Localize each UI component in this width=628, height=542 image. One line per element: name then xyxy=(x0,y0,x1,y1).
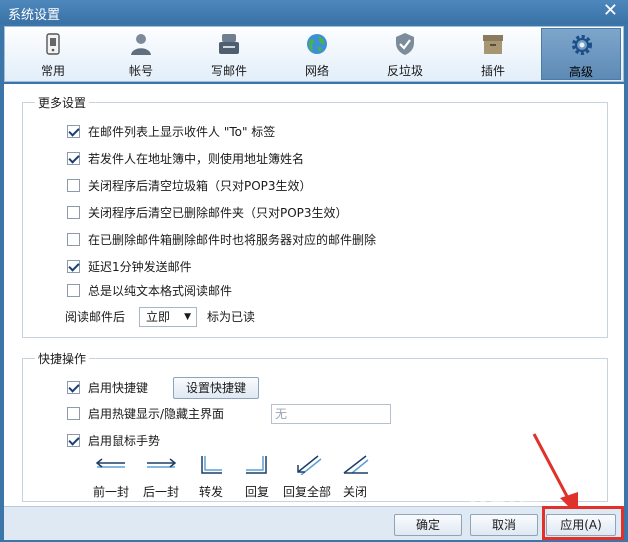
settings-category-toolbar: 常用 帐号 写邮件 网络 反垃圾 插件 高级 xyxy=(4,26,624,82)
read-after-label: 阅读邮件后 xyxy=(65,310,126,324)
read-after-select[interactable]: 立即 ▼ xyxy=(139,307,197,327)
checkbox[interactable] xyxy=(67,179,80,192)
tab-label: 写邮件 xyxy=(210,64,247,78)
checkbox[interactable] xyxy=(67,434,80,447)
gesture-label: 转发 xyxy=(198,485,223,499)
tab-plugins[interactable]: 插件 xyxy=(459,28,527,80)
user-icon xyxy=(131,34,151,55)
mark-read-label: 标为已读 xyxy=(207,310,256,324)
gesture-reply-all: 回复全部 xyxy=(279,455,335,500)
close-icon[interactable]: ✕ xyxy=(603,1,618,21)
title-bar: 系统设置 ✕ xyxy=(0,0,628,24)
tab-account[interactable]: 帐号 xyxy=(107,28,175,80)
plugin-box-icon xyxy=(483,35,503,54)
cancel-button[interactable]: 取消 xyxy=(470,514,538,536)
checkbox[interactable] xyxy=(67,284,80,297)
checkbox[interactable] xyxy=(67,260,80,273)
down-right-gesture-icon xyxy=(201,456,222,474)
arrow-right-icon xyxy=(147,458,177,468)
group-title: 快捷操作 xyxy=(35,350,90,367)
tab-label: 插件 xyxy=(480,64,505,78)
option-label: 总是以纯文本格式阅读邮件 xyxy=(88,284,233,298)
gesture-label: 关闭 xyxy=(342,485,367,499)
gesture-previous: 前一封 xyxy=(89,455,133,500)
apply-highlight-box xyxy=(542,506,624,540)
option-label: 启用鼠标手势 xyxy=(88,434,161,448)
gesture-label: 后一封 xyxy=(142,485,179,499)
globe-icon xyxy=(307,34,327,54)
option-label: 启用热键显示/隐藏主界面 xyxy=(88,407,225,421)
option-label: 在已删除邮件箱删除邮件时也将服务器对应的邮件删除 xyxy=(88,233,377,247)
tab-common[interactable]: 常用 xyxy=(19,28,87,80)
tab-advanced[interactable]: 高级 xyxy=(541,28,621,80)
option-label: 在邮件列表上显示收件人 "To" 标签 xyxy=(88,125,276,139)
gesture-label: 回复 xyxy=(244,485,269,499)
down-left-gesture-icon xyxy=(246,456,267,474)
gesture-forward: 转发 xyxy=(189,455,233,500)
checkbox[interactable] xyxy=(67,381,80,394)
gesture-reply: 回复 xyxy=(235,455,279,500)
checkbox[interactable] xyxy=(67,233,80,246)
gesture-label: 回复全部 xyxy=(282,485,331,499)
tab-label: 常用 xyxy=(40,64,65,78)
checkbox[interactable] xyxy=(67,206,80,219)
writer-icon xyxy=(219,34,239,54)
tab-label: 反垃圾 xyxy=(386,64,423,78)
set-hotkeys-button[interactable]: 设置快捷键 xyxy=(173,377,259,399)
checkbox[interactable] xyxy=(67,152,80,165)
dialog-footer: 确定 取消 应用(A) xyxy=(4,506,624,540)
gesture-next: 后一封 xyxy=(139,455,183,500)
option-label: 延迟1分钟发送邮件 xyxy=(88,260,192,274)
ok-button[interactable]: 确定 xyxy=(394,514,462,536)
more-settings-group: 更多设置 在邮件列表上显示收件人 "To" 标签 若发件人在地址簿中，则使用地址… xyxy=(22,94,608,338)
tab-anti-spam[interactable]: 反垃圾 xyxy=(371,28,439,80)
tab-network[interactable]: 网络 xyxy=(283,28,351,80)
window-title: 系统设置 xyxy=(8,8,61,23)
shield-icon xyxy=(396,33,414,55)
device-icon xyxy=(46,33,60,55)
select-value: 立即 xyxy=(146,310,171,324)
gear-icon xyxy=(572,35,592,55)
diagonal-close-icon xyxy=(343,455,369,474)
tab-compose[interactable]: 写邮件 xyxy=(195,28,263,80)
option-label: 关闭程序后清空已删除邮件夹（只对POP3生效） xyxy=(88,206,348,220)
gesture-label: 前一封 xyxy=(92,485,129,499)
checkbox[interactable] xyxy=(67,125,80,138)
tab-label: 帐号 xyxy=(128,64,153,78)
option-label: 启用快捷键 xyxy=(88,381,149,395)
chevron-down-icon: ▼ xyxy=(184,312,191,322)
checkbox[interactable] xyxy=(67,407,80,420)
hotkey-input[interactable]: 无 xyxy=(271,404,391,424)
option-label: 关闭程序后清空垃圾箱（只对POP3生效） xyxy=(88,179,312,193)
arrow-left-icon xyxy=(95,458,125,468)
diagonal-down-left-icon xyxy=(297,455,322,475)
tab-label: 网络 xyxy=(304,64,329,78)
tab-label: 高级 xyxy=(568,65,593,79)
gesture-close: 关闭 xyxy=(333,455,377,500)
group-title: 更多设置 xyxy=(35,94,90,111)
option-label: 若发件人在地址簿中，则使用地址簿姓名 xyxy=(88,152,305,166)
